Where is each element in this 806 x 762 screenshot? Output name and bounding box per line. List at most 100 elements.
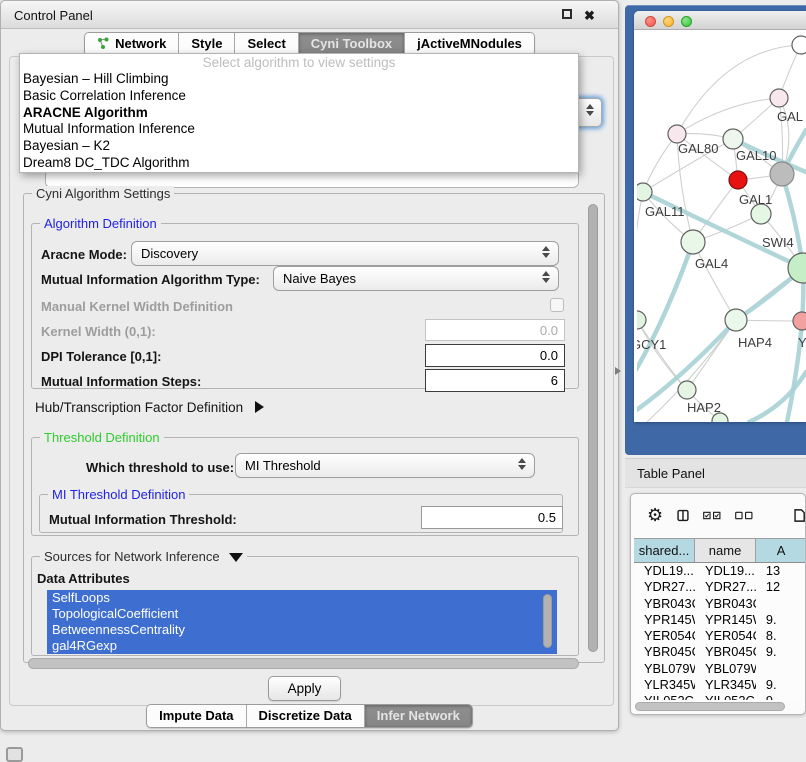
node-table: shared...nameA YDL19...YDL19...13YDR27..… bbox=[634, 538, 806, 700]
attribute-item-selected[interactable]: BetweennessCentrality bbox=[47, 622, 557, 638]
aracne-mode-combobox[interactable]: Discovery bbox=[131, 241, 559, 266]
network-node[interactable] bbox=[793, 312, 806, 330]
table-row[interactable]: YBR045CYBR045C9. bbox=[634, 644, 806, 660]
algorithm-option[interactable]: ARACNE Algorithm bbox=[20, 105, 578, 122]
column-header[interactable]: A bbox=[756, 539, 806, 562]
apply-button-label: Apply bbox=[288, 681, 322, 696]
control-panel-window: Control Panel ✖ NetworkStyleSelectCyni T… bbox=[0, 0, 619, 731]
table-cell: YDR27... bbox=[695, 579, 756, 595]
splitpane-gripper-icon[interactable] bbox=[615, 367, 621, 375]
attribute-list-scrollbar[interactable] bbox=[543, 594, 552, 648]
sources-title[interactable]: Sources for Network Inference bbox=[40, 549, 247, 564]
tab-label: Cyni Toolbox bbox=[311, 36, 392, 51]
algorithm-option[interactable]: Basic Correlation Inference bbox=[20, 88, 578, 105]
algorithm-option[interactable]: Dream8 DC_TDC Algorithm bbox=[20, 155, 578, 172]
minimize-traffic-light-icon[interactable] bbox=[663, 16, 674, 27]
network-node[interactable] bbox=[725, 309, 747, 331]
combo-arrows-icon bbox=[518, 458, 526, 470]
network-node[interactable] bbox=[681, 230, 705, 254]
table-horizontal-scrollbar[interactable] bbox=[635, 702, 785, 711]
data-attributes-list[interactable]: SelfLoopsTopologicalCoefficientBetweenne… bbox=[47, 590, 557, 654]
network-view-window: GALGAL80GAL10GAL1GAL11SWI4GAL4GCY1HAP4YH… bbox=[634, 11, 806, 422]
tab-label: jActiveMNodules bbox=[417, 36, 522, 51]
tab-select[interactable]: Select bbox=[235, 33, 298, 55]
settings-vertical-scrollbar[interactable] bbox=[588, 204, 598, 652]
table-window: ⚙ shared...nameA YDL19...YDL19...13YDR27… bbox=[630, 493, 806, 715]
network-node[interactable] bbox=[729, 171, 747, 189]
kernel-width-label: Kernel Width (0,1): bbox=[41, 324, 156, 339]
table-cell: 9. bbox=[756, 677, 806, 693]
network-node[interactable] bbox=[678, 381, 696, 399]
network-node[interactable] bbox=[637, 311, 646, 329]
tab-impute-data[interactable]: Impute Data bbox=[147, 705, 246, 727]
select-all-checkboxes-icon[interactable] bbox=[703, 509, 721, 522]
table-row[interactable]: YPR145WYPR145W9. bbox=[634, 612, 806, 628]
settings-horizontal-scrollbar[interactable] bbox=[28, 658, 579, 669]
mi-steps-field[interactable]: 6 bbox=[425, 369, 565, 392]
algorithm-option[interactable]: Bayesian – Hill Climbing bbox=[20, 71, 578, 88]
table-cell: 8. bbox=[756, 628, 806, 644]
table-body: YDL19...YDL19...13YDR27...YDR27...12YBR0… bbox=[634, 563, 806, 700]
attribute-item-selected[interactable]: TopologicalCoefficient bbox=[47, 606, 557, 622]
network-view-frame: GALGAL80GAL10GAL1GAL11SWI4GAL4GCY1HAP4YH… bbox=[625, 5, 806, 455]
mi-algorithm-type-combobox[interactable]: Naive Bayes bbox=[273, 266, 559, 291]
mi-threshold-field[interactable]: 0.5 bbox=[421, 506, 563, 529]
algorithm-option[interactable]: Bayesian – K2 bbox=[20, 138, 578, 155]
new-table-icon[interactable] bbox=[794, 506, 805, 525]
table-cell: YER054C bbox=[695, 628, 756, 644]
table-cell: YIL052C bbox=[634, 693, 695, 700]
gear-icon[interactable]: ⚙ bbox=[647, 505, 663, 526]
tab-style[interactable]: Style bbox=[179, 33, 235, 55]
table-cell: YLR345W bbox=[634, 677, 695, 693]
column-layout-icon[interactable] bbox=[677, 507, 689, 524]
network-node[interactable] bbox=[792, 36, 806, 54]
network-node[interactable] bbox=[770, 89, 788, 107]
attribute-item-selected[interactable]: gal4RGexp bbox=[47, 638, 557, 654]
close-traffic-light-icon[interactable] bbox=[645, 16, 656, 27]
tab-label: Select bbox=[247, 36, 285, 51]
tab-label: Network bbox=[115, 36, 166, 51]
table-row[interactable]: YIL052CYIL052C9 bbox=[634, 693, 806, 700]
algorithm-option[interactable]: Mutual Information Inference bbox=[20, 121, 578, 138]
table-panel-title: Table Panel bbox=[637, 466, 705, 481]
minimized-panel-icon[interactable] bbox=[6, 747, 23, 762]
attribute-item-selected[interactable]: SelfLoops bbox=[47, 590, 557, 606]
table-row[interactable]: YBR043CYBR043C bbox=[634, 596, 806, 612]
column-header[interactable]: shared... bbox=[634, 539, 695, 562]
table-cell: YPR145W bbox=[695, 612, 756, 628]
table-cell: 9. bbox=[756, 612, 806, 628]
data-attributes-label: Data Attributes bbox=[37, 571, 130, 586]
table-row[interactable]: YBL079WYBL079W bbox=[634, 661, 806, 677]
network-edge bbox=[643, 134, 677, 192]
hub-transcription-section[interactable]: Hub/Transcription Factor Definition bbox=[35, 400, 264, 415]
table-row[interactable]: YER054CYER054C8. bbox=[634, 628, 806, 644]
table-toolbar: ⚙ bbox=[631, 494, 805, 536]
mi-threshold-definition-title: MI Threshold Definition bbox=[48, 487, 189, 502]
table-cell: YBR043C bbox=[695, 596, 756, 612]
tab-network[interactable]: Network bbox=[85, 33, 179, 55]
which-threshold-combobox[interactable]: MI Threshold bbox=[235, 453, 535, 478]
tab-cyni-toolbox[interactable]: Cyni Toolbox bbox=[299, 33, 405, 55]
column-header[interactable]: name bbox=[695, 539, 756, 562]
table-row[interactable]: YDL19...YDL19...13 bbox=[634, 563, 806, 579]
network-node[interactable] bbox=[770, 162, 794, 186]
deselect-checkboxes-icon[interactable] bbox=[735, 509, 753, 522]
network-node[interactable] bbox=[637, 183, 652, 201]
apply-button[interactable]: Apply bbox=[268, 676, 341, 701]
dpi-tolerance-field[interactable]: 0.0 bbox=[425, 344, 565, 367]
kernel-width-field[interactable]: 0.0 bbox=[425, 319, 565, 341]
network-canvas[interactable]: GALGAL80GAL10GAL1GAL11SWI4GAL4GCY1HAP4YH… bbox=[637, 30, 806, 422]
zoom-traffic-light-icon[interactable] bbox=[681, 16, 692, 27]
network-node[interactable] bbox=[751, 204, 771, 224]
tab-jactivemnodules[interactable]: jActiveMNodules bbox=[405, 33, 534, 55]
table-row[interactable]: YLR345WYLR345W9. bbox=[634, 677, 806, 693]
network-node-label: Y bbox=[798, 335, 806, 350]
tab-infer-network[interactable]: Infer Network bbox=[365, 705, 472, 727]
manual-kernel-width-checkbox[interactable] bbox=[550, 298, 564, 312]
network-node[interactable] bbox=[723, 129, 743, 149]
network-edge bbox=[637, 192, 643, 320]
tab-discretize-data[interactable]: Discretize Data bbox=[247, 705, 365, 727]
table-row[interactable]: YDR27...YDR27...12 bbox=[634, 579, 806, 595]
float-window-icon[interactable] bbox=[562, 9, 572, 19]
close-icon[interactable]: ✖ bbox=[584, 8, 595, 24]
